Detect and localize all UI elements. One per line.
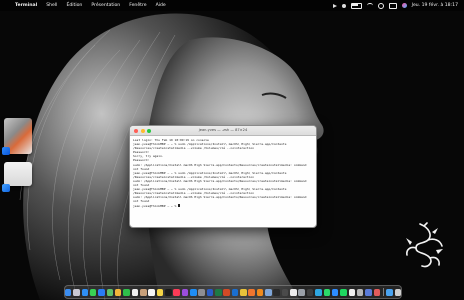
terminal-line: jean-yves@ThinkMBP — ~ % bbox=[133, 203, 181, 208]
powerpoint-icon[interactable] bbox=[223, 288, 230, 296]
preview-icon[interactable] bbox=[265, 288, 272, 296]
stage-manager-window-2[interactable] bbox=[4, 162, 32, 186]
app-icon-icon[interactable] bbox=[365, 288, 372, 296]
menu-app-name[interactable]: Terminal bbox=[15, 3, 37, 8]
reminders-icon[interactable] bbox=[148, 288, 155, 296]
chrome-icon[interactable] bbox=[240, 288, 247, 296]
trash-icon[interactable] bbox=[394, 288, 402, 296]
tv-icon[interactable] bbox=[164, 288, 172, 296]
battery-icon[interactable] bbox=[350, 2, 362, 9]
spotlight-search-icon[interactable] bbox=[377, 2, 384, 9]
dock bbox=[64, 285, 402, 299]
terminal-output[interactable]: Last login: Thu Feb 19 18:09:19 on conso… bbox=[130, 136, 316, 210]
calculator-icon[interactable] bbox=[306, 288, 314, 296]
now-playing-icon[interactable] bbox=[332, 3, 337, 8]
zoom-icon[interactable] bbox=[331, 288, 339, 296]
disk-utility-icon[interactable] bbox=[298, 288, 306, 296]
spotify-icon[interactable] bbox=[340, 288, 347, 296]
telegram-icon[interactable] bbox=[315, 288, 322, 296]
wifi-icon[interactable] bbox=[366, 3, 373, 8]
messages-icon[interactable] bbox=[89, 288, 97, 296]
safari-icon[interactable] bbox=[81, 288, 89, 296]
launchpad-icon[interactable] bbox=[73, 288, 80, 296]
excel-icon[interactable] bbox=[215, 288, 222, 296]
whatsapp-icon[interactable] bbox=[323, 288, 331, 296]
notion-icon[interactable] bbox=[348, 288, 356, 296]
finder-icon[interactable] bbox=[64, 288, 72, 296]
menu-fenetre[interactable]: Fenêtre bbox=[129, 3, 146, 8]
photos-icon[interactable] bbox=[114, 288, 122, 296]
menu-presentation[interactable]: Présentation bbox=[91, 3, 120, 8]
podcasts-icon[interactable] bbox=[181, 288, 189, 296]
facetime-icon[interactable] bbox=[123, 288, 130, 296]
menu-clock[interactable]: Jeu. 19 févr. à 18:17 bbox=[412, 3, 458, 8]
terminal-icon[interactable] bbox=[273, 288, 280, 296]
music-icon[interactable] bbox=[173, 288, 180, 296]
text-cursor bbox=[178, 204, 181, 207]
control-center-icon[interactable] bbox=[388, 2, 397, 9]
user-icon[interactable] bbox=[341, 3, 346, 8]
contacts-icon[interactable] bbox=[139, 288, 147, 296]
menu-bar: Terminal Shell Édition Présentation Fenê… bbox=[0, 0, 464, 11]
mail-icon[interactable] bbox=[98, 288, 105, 296]
installer-icon[interactable] bbox=[356, 288, 364, 296]
app-icon-icon[interactable] bbox=[373, 288, 381, 296]
dock-separator bbox=[382, 288, 384, 296]
vlc-icon[interactable] bbox=[256, 288, 264, 296]
calendar-icon[interactable] bbox=[131, 288, 139, 296]
textedit-icon[interactable] bbox=[290, 288, 297, 296]
menu-aide[interactable]: Aide bbox=[156, 3, 166, 8]
maps-icon[interactable] bbox=[106, 288, 114, 296]
notes-icon[interactable] bbox=[156, 288, 164, 296]
outlook-icon[interactable] bbox=[231, 288, 239, 296]
terminal-title: jean-yves — -zsh — 87×24 bbox=[198, 128, 248, 132]
app-store-icon[interactable] bbox=[190, 288, 197, 296]
activity-monitor-icon[interactable] bbox=[281, 288, 289, 296]
system-settings-icon[interactable] bbox=[198, 288, 205, 296]
word-icon[interactable] bbox=[206, 288, 214, 296]
terminal-line: sudo: /Applications/Install macOS High S… bbox=[133, 195, 307, 200]
terminal-titlebar[interactable]: jean-yves — -zsh — 87×24 bbox=[130, 126, 316, 136]
dragon-logo-graphic bbox=[402, 222, 446, 270]
app-badge-icon[interactable] bbox=[2, 184, 10, 192]
finder-app-icon[interactable] bbox=[2, 147, 10, 155]
menu-shell[interactable]: Shell bbox=[46, 3, 57, 8]
downloads-folder-icon[interactable] bbox=[386, 288, 393, 296]
firefox-icon[interactable] bbox=[248, 288, 255, 296]
terminal-line: sudo: /Applications/Install macOS High S… bbox=[133, 162, 307, 167]
terminal-line: sudo: /Applications/Install macOS High S… bbox=[133, 178, 307, 183]
siri-icon[interactable] bbox=[401, 3, 407, 8]
terminal-window[interactable]: jean-yves — -zsh — 87×24 Last login: Thu… bbox=[129, 125, 317, 228]
menu-edition[interactable]: Édition bbox=[66, 3, 82, 8]
